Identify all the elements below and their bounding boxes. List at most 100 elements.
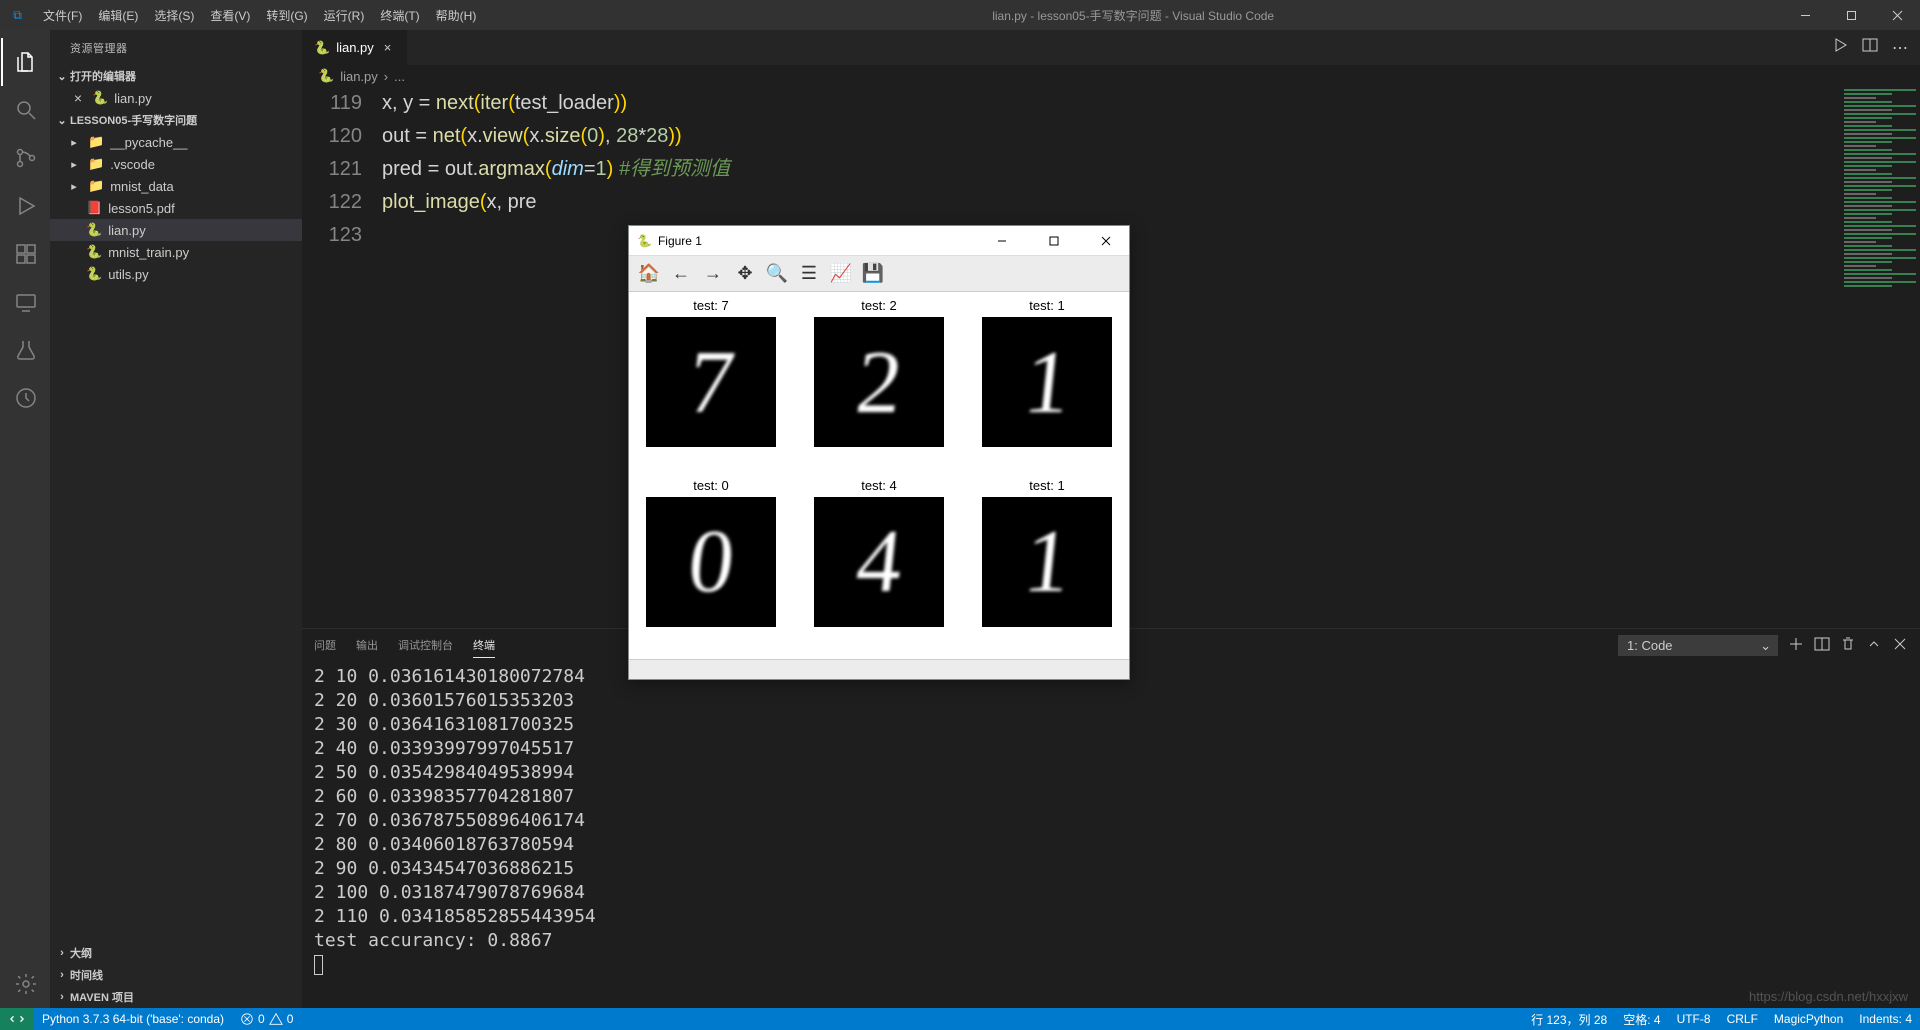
search-icon[interactable] (1, 86, 49, 134)
file-item[interactable]: 🐍utils.py (50, 263, 302, 285)
cursor-position[interactable]: 行 123，列 28 (1523, 1008, 1615, 1030)
menu-item[interactable]: 选择(S) (146, 7, 202, 24)
activity-bar (0, 30, 50, 1008)
mnist-subplot: test: 44 (807, 478, 951, 654)
indents[interactable]: Indents: 4 (1851, 1008, 1920, 1030)
save-icon[interactable]: 💾 (859, 260, 887, 288)
fig-maximize-button[interactable] (1031, 226, 1077, 256)
close-icon[interactable]: × (380, 40, 396, 55)
run-icon[interactable] (1832, 37, 1848, 58)
mnist-digit-image: 2 (814, 317, 944, 447)
minimap[interactable] (1840, 87, 1920, 447)
explorer-icon[interactable] (1, 38, 49, 86)
menu-item[interactable]: 编辑(E) (90, 7, 146, 24)
tab-lian-py[interactable]: 🐍 lian.py × (302, 30, 408, 65)
timeline-icon[interactable] (1, 374, 49, 422)
indent-spaces[interactable]: 空格: 4 (1615, 1008, 1668, 1030)
panel-tab[interactable]: 终端 (473, 633, 495, 658)
open-editor-item[interactable]: ×🐍lian.py (50, 87, 302, 109)
eol[interactable]: CRLF (1719, 1008, 1766, 1030)
file-item[interactable]: 📕lesson5.pdf (50, 197, 302, 219)
file-item[interactable]: 🐍mnist_train.py (50, 241, 302, 263)
remote-icon[interactable] (1, 278, 49, 326)
folder-item[interactable]: 📁.vscode (50, 153, 302, 175)
sidebar: 资源管理器 ⌄打开的编辑器 ×🐍lian.py ⌄LESSON05-手写数字问题… (50, 30, 302, 1008)
extensions-icon[interactable] (1, 230, 49, 278)
run-debug-icon[interactable] (1, 182, 49, 230)
sidebar-section-header[interactable]: ›大纲 (50, 942, 302, 964)
file-item[interactable]: 🐍lian.py (50, 219, 302, 241)
terminal-output[interactable]: 2 10 0.036161430180072784 2 20 0.0360157… (302, 661, 1920, 1008)
mnist-digit-image: 7 (646, 317, 776, 447)
status-bar: Python 3.7.3 64-bit ('base': conda) 0 0 … (0, 1008, 1920, 1030)
menu-item[interactable]: 文件(F) (35, 7, 90, 24)
menu-bar: 文件(F)编辑(E)选择(S)查看(V)转到(G)运行(R)终端(T)帮助(H) (35, 7, 484, 24)
mnist-subplot: test: 00 (639, 478, 783, 654)
menu-item[interactable]: 运行(R) (316, 7, 373, 24)
mnist-subplot: test: 11 (975, 478, 1119, 654)
test-icon[interactable] (1, 326, 49, 374)
fig-minimize-button[interactable] (979, 226, 1025, 256)
window-title: lian.py - lesson05-手写数字问题 - Visual Studi… (484, 7, 1782, 24)
pan-icon[interactable]: ✥ (731, 260, 759, 288)
watermark: https://blog.csdn.net/hxxjxw (1749, 989, 1908, 1004)
remote-indicator[interactable] (0, 1008, 34, 1030)
python-file-icon: 🐍 (92, 90, 108, 106)
terminal-selector[interactable]: 1: Code (1618, 635, 1778, 656)
split-editor-icon[interactable] (1862, 37, 1878, 58)
titlebar: ⧉ 文件(F)编辑(E)选择(S)查看(V)转到(G)运行(R)终端(T)帮助(… (0, 0, 1920, 30)
project-header[interactable]: ⌄LESSON05-手写数字问题 (50, 109, 302, 131)
python-interpreter[interactable]: Python 3.7.3 64-bit ('base': conda) (34, 1008, 232, 1030)
panel-tab[interactable]: 调试控制台 (398, 633, 453, 658)
problems-indicator[interactable]: 0 0 (232, 1008, 301, 1030)
sidebar-section-header[interactable]: ›时间线 (50, 964, 302, 986)
python-file-icon: 🐍 (86, 222, 102, 238)
tab-label: lian.py (336, 40, 374, 55)
new-terminal-icon[interactable] (1788, 636, 1804, 655)
menu-item[interactable]: 终端(T) (372, 7, 427, 24)
folder-icon: 📁 (88, 134, 104, 150)
breadcrumb[interactable]: 🐍 lian.py › ... (302, 65, 1920, 87)
panel-tab[interactable]: 问题 (314, 633, 336, 658)
forward-icon[interactable]: → (699, 260, 727, 288)
trash-icon[interactable] (1840, 636, 1856, 655)
chevron-right-icon (66, 178, 82, 194)
folder-item[interactable]: 📁mnist_data (50, 175, 302, 197)
encoding[interactable]: UTF-8 (1669, 1008, 1719, 1030)
mnist-subplot: test: 11 (975, 298, 1119, 474)
panel-tab[interactable]: 输出 (356, 633, 378, 658)
settings-gear-icon[interactable] (1, 960, 49, 1008)
close-panel-icon[interactable] (1892, 636, 1908, 655)
chevron-up-icon[interactable] (1866, 636, 1882, 655)
panel: 问题输出调试控制台终端 1: Code 2 10 0.0361614301800… (302, 628, 1920, 1008)
close-button[interactable] (1874, 0, 1920, 30)
fig-close-button[interactable] (1083, 226, 1129, 256)
edit-icon[interactable]: 📈 (827, 260, 855, 288)
python-file-icon: 🐍 (318, 68, 334, 84)
matplotlib-figure-window[interactable]: 🐍 Figure 1 🏠 ← → ✥ 🔍 ☰ 📈 💾 test: 77test:… (628, 225, 1130, 680)
sidebar-section-header[interactable]: ›MAVEN 项目 (50, 986, 302, 1008)
maximize-button[interactable] (1828, 0, 1874, 30)
close-icon[interactable]: × (70, 90, 86, 106)
mnist-subplot: test: 77 (639, 298, 783, 474)
python-file-icon: 🐍 (86, 244, 102, 260)
tab-bar: 🐍 lian.py × ⋯ (302, 30, 1920, 65)
configure-icon[interactable]: ☰ (795, 260, 823, 288)
minimize-button[interactable] (1782, 0, 1828, 30)
folder-icon: 📁 (88, 178, 104, 194)
menu-item[interactable]: 帮助(H) (428, 7, 485, 24)
language-mode[interactable]: MagicPython (1766, 1008, 1851, 1030)
home-icon[interactable]: 🏠 (635, 260, 663, 288)
menu-item[interactable]: 转到(G) (258, 7, 315, 24)
figure-title: Figure 1 (658, 234, 702, 248)
menu-item[interactable]: 查看(V) (202, 7, 258, 24)
zoom-icon[interactable]: 🔍 (763, 260, 791, 288)
python-file-icon: 🐍 (314, 40, 330, 56)
folder-item[interactable]: 📁__pycache__ (50, 131, 302, 153)
source-control-icon[interactable] (1, 134, 49, 182)
open-editors-header[interactable]: ⌄打开的编辑器 (50, 65, 302, 87)
back-icon[interactable]: ← (667, 260, 695, 288)
split-terminal-icon[interactable] (1814, 636, 1830, 655)
more-icon[interactable]: ⋯ (1892, 38, 1908, 58)
mnist-digit-image: 4 (814, 497, 944, 627)
